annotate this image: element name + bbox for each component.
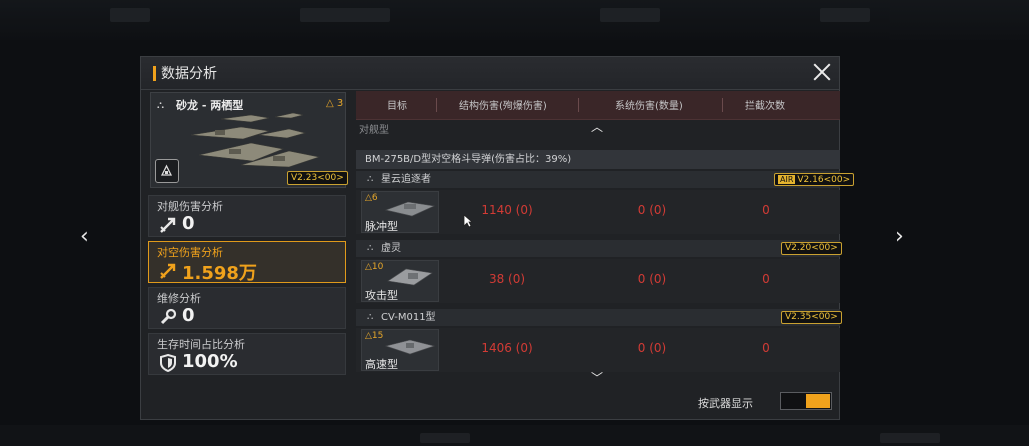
weapon-header: BM-275B/D型对空格斗导弹(伤害占比：39%) bbox=[356, 150, 840, 169]
target-ship-image bbox=[384, 339, 436, 355]
close-icon[interactable] bbox=[811, 61, 833, 83]
background-ghost-text bbox=[300, 8, 390, 22]
prev-arrow-icon[interactable]: ‹ bbox=[80, 226, 89, 248]
target-name: 高速型 bbox=[365, 358, 398, 371]
data-analysis-dialog: 数据分析 ⛬ 砂龙 - 两栖型 △ 3 V2.23<00> 对舰伤害分析 0 对… bbox=[140, 56, 855, 420]
target-level: △6 bbox=[365, 193, 378, 203]
clipped-row-label: 对舰型 bbox=[359, 125, 389, 136]
version-badge: AIR V2.16<00> bbox=[774, 173, 855, 186]
target-group-name: CV-M011型 bbox=[381, 312, 436, 323]
tab-value: 1.598万 bbox=[182, 263, 257, 284]
target-thumbnail: △6 脉冲型 bbox=[361, 191, 439, 233]
tab-repair-analysis[interactable]: 维修分析 0 bbox=[148, 287, 346, 329]
target-level: △10 bbox=[365, 262, 384, 272]
target-group-header: ⛬ 星云追逐者 AIR V2.16<00> bbox=[356, 171, 855, 188]
target-group-header: ⛬ CV-M011型 V2.35<00> bbox=[356, 309, 842, 326]
structure-damage-cell: 1406 (0) bbox=[481, 341, 533, 355]
version-tag: AIR bbox=[778, 175, 796, 184]
tab-label: 对舰伤害分析 bbox=[157, 200, 223, 213]
anti-air-icon bbox=[160, 263, 176, 279]
target-thumbnail: △15 高速型 bbox=[361, 329, 439, 371]
intercept-count-cell: 0 bbox=[762, 341, 770, 355]
system-damage-cell: 0 (0) bbox=[637, 203, 667, 217]
column-header-system-damage: 系统伤害(数量) bbox=[615, 101, 683, 112]
ship-version-badge: V2.23<00> bbox=[287, 171, 348, 185]
intercept-count-cell: 0 bbox=[762, 272, 770, 286]
tab-value: 0 bbox=[182, 305, 195, 326]
version-text: V2.16<00> bbox=[797, 175, 851, 185]
table-row[interactable]: △6 脉冲型 1140 (0) 0 (0) 0 bbox=[356, 190, 840, 234]
anti-ship-icon bbox=[160, 217, 176, 233]
fleet-icon: ⛬ bbox=[367, 174, 374, 184]
tab-survival-time-analysis[interactable]: 生存时间占比分析 100% bbox=[148, 333, 346, 375]
ship-role-badge bbox=[155, 159, 179, 183]
fleet-icon: ⛬ bbox=[367, 312, 374, 322]
fleet-icon: ⛬ bbox=[367, 243, 374, 253]
background-ghost-text bbox=[420, 433, 470, 443]
show-by-weapon-toggle[interactable] bbox=[780, 392, 832, 410]
background-ghost-text bbox=[820, 8, 870, 22]
ship-card[interactable]: ⛬ 砂龙 - 两栖型 △ 3 V2.23<00> bbox=[150, 92, 348, 188]
dialog-title: 数据分析 bbox=[161, 66, 217, 82]
target-group-name: 星云追逐者 bbox=[381, 174, 431, 185]
wrench-icon bbox=[160, 308, 177, 325]
tab-value: 0 bbox=[182, 213, 195, 234]
target-thumbnail: △10 攻击型 bbox=[361, 260, 439, 302]
scroll-down-icon[interactable]: ﹀ bbox=[591, 369, 603, 386]
target-group-header: ⛬ 虚灵 V2.20<00> bbox=[356, 240, 842, 257]
tab-anti-ship-analysis[interactable]: 对舰伤害分析 0 bbox=[148, 195, 346, 237]
column-divider bbox=[436, 98, 437, 112]
fleet-icon: ⛬ bbox=[157, 100, 164, 111]
target-name: 攻击型 bbox=[365, 289, 398, 302]
column-header-structure-damage: 结构伤害(殉爆伤害) bbox=[459, 101, 547, 112]
column-divider bbox=[722, 98, 723, 112]
dialog-header: 数据分析 bbox=[141, 57, 839, 90]
background-header bbox=[0, 0, 1029, 40]
carrier-icon bbox=[160, 164, 173, 176]
column-header-intercepts: 拦截次数 bbox=[745, 101, 785, 112]
tab-label: 对空伤害分析 bbox=[157, 246, 223, 259]
title-accent-bar bbox=[153, 66, 156, 81]
version-badge: V2.35<00> bbox=[781, 311, 842, 324]
target-ship-image bbox=[387, 268, 433, 286]
scroll-up-icon[interactable]: ︿ bbox=[591, 118, 603, 135]
intercept-count-cell: 0 bbox=[762, 203, 770, 217]
column-divider bbox=[578, 98, 579, 112]
target-group-name: 虚灵 bbox=[381, 243, 401, 254]
structure-damage-cell: 38 (0) bbox=[488, 272, 526, 286]
tab-label: 维修分析 bbox=[157, 292, 201, 305]
table-header: 目标 结构伤害(殉爆伤害) 系统伤害(数量) 拦截次数 bbox=[356, 91, 840, 120]
tab-anti-air-analysis[interactable]: 对空伤害分析 1.598万 bbox=[148, 241, 346, 284]
background-ghost-text bbox=[110, 8, 150, 22]
tab-value: 100% bbox=[182, 351, 238, 372]
version-badge: V2.20<00> bbox=[781, 242, 842, 255]
next-arrow-icon[interactable]: › bbox=[895, 226, 904, 248]
mouse-cursor-icon bbox=[463, 214, 473, 228]
show-by-weapon-label: 按武器显示 bbox=[698, 397, 753, 410]
toggle-knob bbox=[806, 394, 830, 408]
system-damage-cell: 0 (0) bbox=[637, 341, 667, 355]
background-ghost-text bbox=[880, 433, 940, 443]
background-ghost-text bbox=[600, 8, 660, 22]
background-footer bbox=[0, 425, 1029, 446]
shield-icon bbox=[160, 354, 176, 372]
ship-illustration bbox=[190, 112, 321, 168]
tab-label: 生存时间占比分析 bbox=[157, 338, 245, 351]
target-level: △15 bbox=[365, 331, 384, 341]
target-ship-image bbox=[384, 201, 436, 217]
target-name: 脉冲型 bbox=[365, 220, 398, 233]
table-row[interactable]: △15 高速型 1406 (0) 0 (0) 0 bbox=[356, 328, 840, 372]
table-row[interactable]: △10 攻击型 38 (0) 0 (0) 0 bbox=[356, 259, 840, 303]
system-damage-cell: 0 (0) bbox=[637, 272, 667, 286]
column-header-target: 目标 bbox=[387, 101, 407, 112]
